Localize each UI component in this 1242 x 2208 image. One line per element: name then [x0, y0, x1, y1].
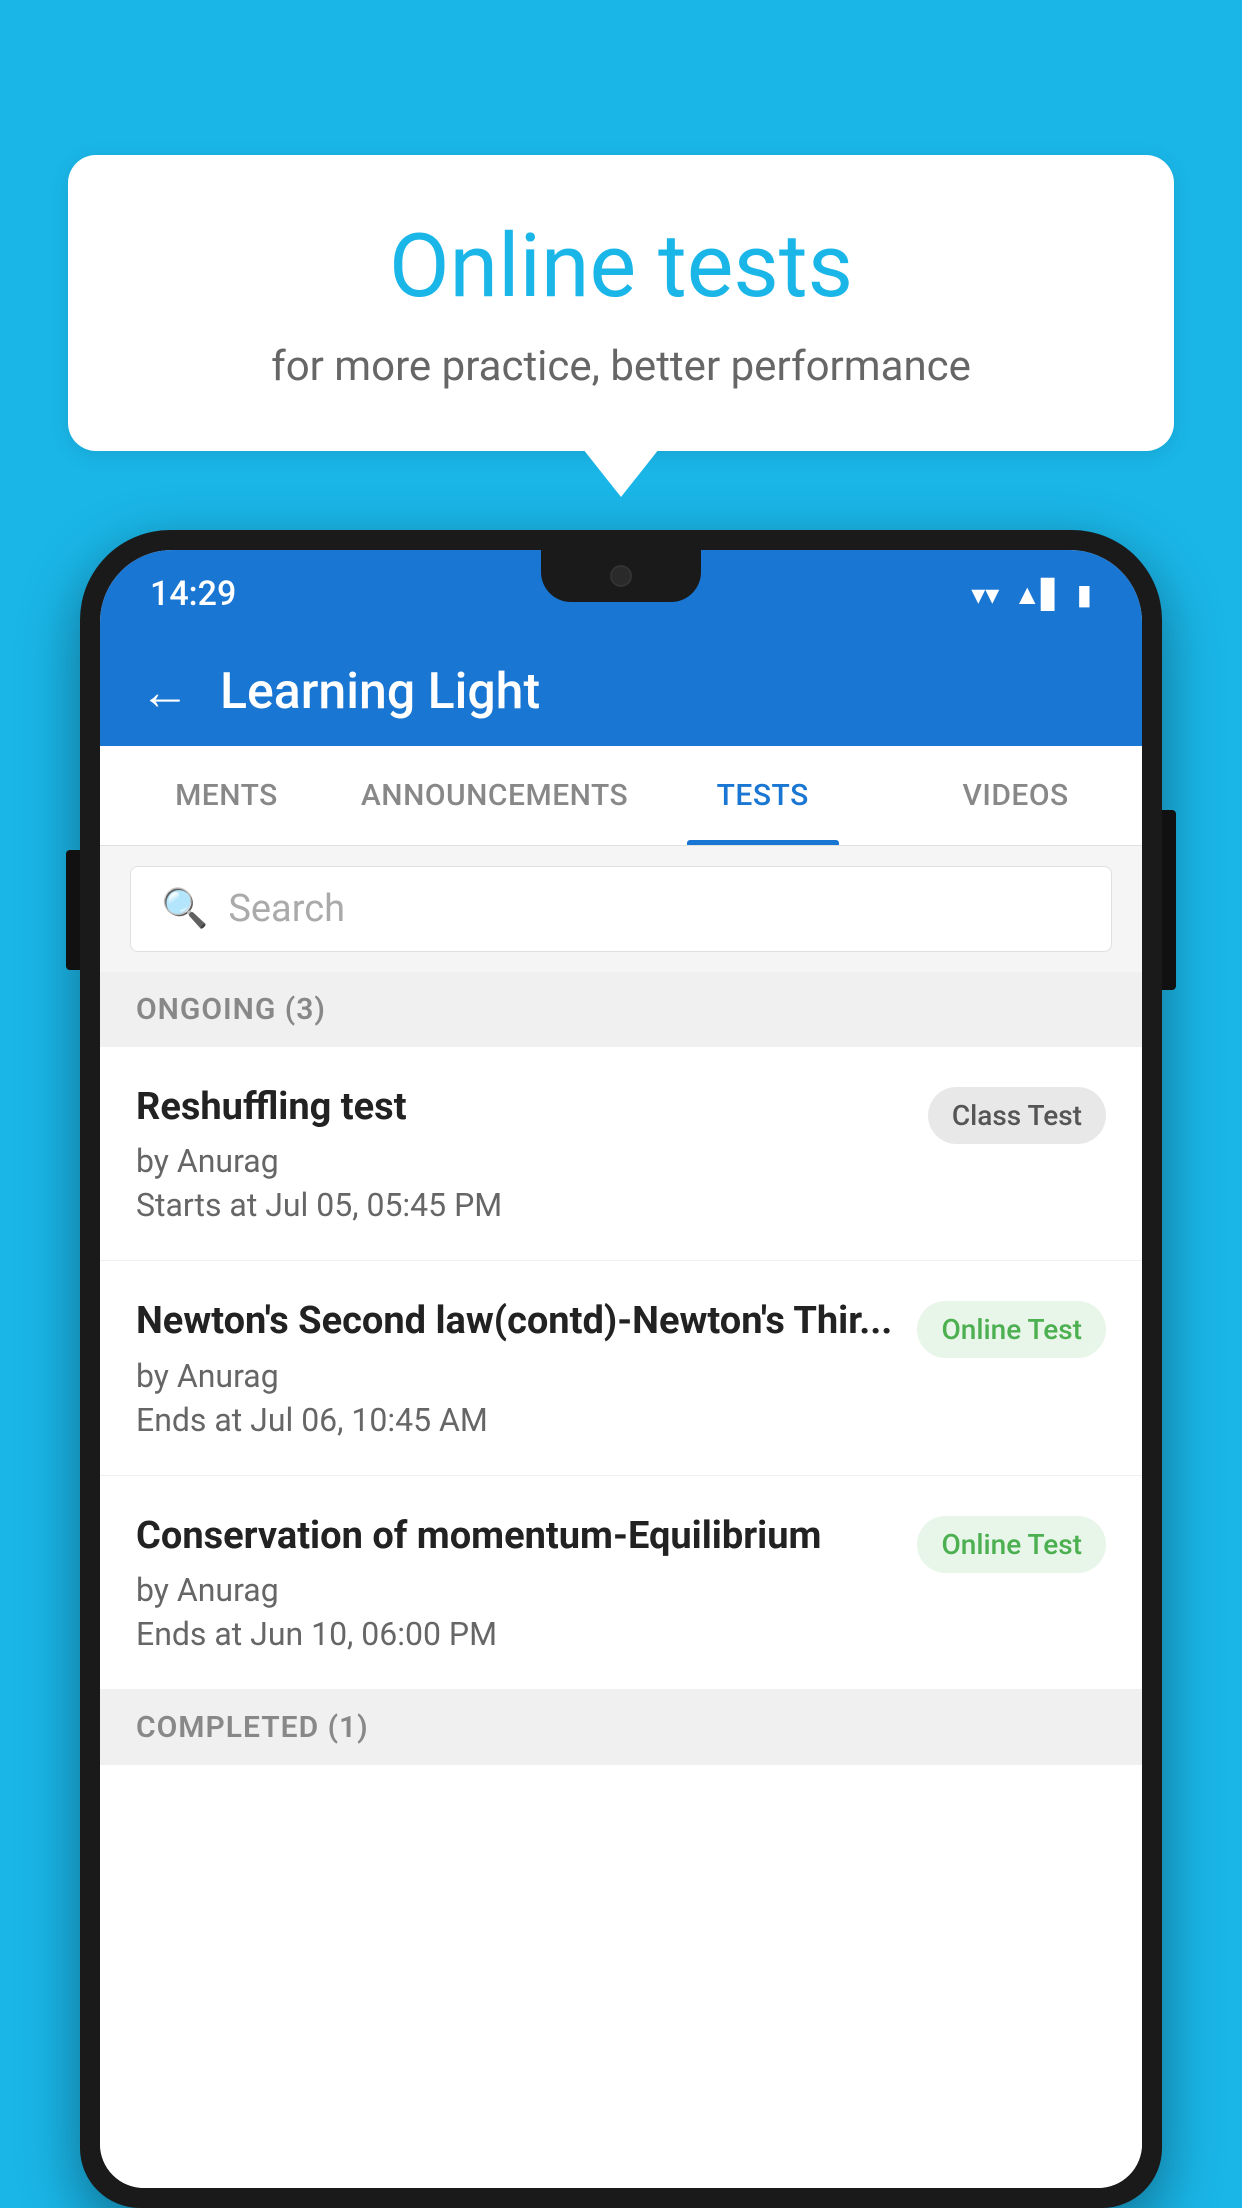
back-button[interactable]: ←: [140, 663, 190, 722]
phone-frame: 14:29 ▾▾ ▲▋ ▮ ← Learning Light MENTS ANN…: [80, 530, 1162, 2208]
speech-bubble-arrow: [583, 449, 659, 497]
search-bar[interactable]: 🔍 Search: [130, 866, 1112, 952]
bubble-title: Online tests: [148, 215, 1094, 318]
test-item-title: Conservation of momentum-Equilibrium: [136, 1512, 897, 1561]
app-title: Learning Light: [220, 663, 540, 721]
test-item-content: Conservation of momentum-Equilibrium by …: [136, 1512, 917, 1653]
test-item-by: by Anurag: [136, 1357, 897, 1395]
speech-bubble: Online tests for more practice, better p…: [68, 155, 1174, 451]
bubble-subtitle: for more practice, better performance: [148, 342, 1094, 391]
completed-section-header: COMPLETED (1): [100, 1690, 1142, 1765]
signal-icon: ▲▋: [1013, 578, 1062, 611]
tab-ments[interactable]: MENTS: [100, 746, 353, 845]
test-item-title: Newton's Second law(contd)-Newton's Thir…: [136, 1297, 897, 1346]
app-header: ← Learning Light: [100, 638, 1142, 746]
test-item[interactable]: Reshuffling test by Anurag Starts at Jul…: [100, 1047, 1142, 1261]
phone-notch: [541, 550, 701, 602]
phone-power-button: [1162, 810, 1176, 990]
test-item-content: Newton's Second law(contd)-Newton's Thir…: [136, 1297, 917, 1438]
test-item-content: Reshuffling test by Anurag Starts at Jul…: [136, 1083, 928, 1224]
test-item-time: Ends at Jul 06, 10:45 AM: [136, 1401, 897, 1439]
front-camera: [610, 565, 632, 587]
search-icon: 🔍: [161, 887, 208, 931]
tabs-bar: MENTS ANNOUNCEMENTS TESTS VIDEOS: [100, 746, 1142, 846]
test-badge-online-2: Online Test: [917, 1516, 1106, 1573]
tab-tests[interactable]: TESTS: [636, 746, 889, 845]
ongoing-section-header: ONGOING (3): [100, 972, 1142, 1047]
status-icons: ▾▾ ▲▋ ▮: [971, 578, 1092, 611]
search-input[interactable]: Search: [228, 887, 345, 931]
test-item-title: Reshuffling test: [136, 1083, 908, 1132]
tab-videos[interactable]: VIDEOS: [889, 746, 1142, 845]
phone-volume-button: [66, 850, 80, 970]
test-item-by: by Anurag: [136, 1571, 897, 1609]
status-time: 14:29: [150, 574, 236, 614]
speech-bubble-wrapper: Online tests for more practice, better p…: [68, 155, 1174, 497]
test-item-time: Starts at Jul 05, 05:45 PM: [136, 1186, 908, 1224]
test-badge-online: Online Test: [917, 1301, 1106, 1358]
test-badge-class: Class Test: [928, 1087, 1106, 1144]
status-bar: 14:29 ▾▾ ▲▋ ▮: [100, 550, 1142, 638]
test-item[interactable]: Conservation of momentum-Equilibrium by …: [100, 1476, 1142, 1690]
test-item[interactable]: Newton's Second law(contd)-Newton's Thir…: [100, 1261, 1142, 1475]
phone-screen: 14:29 ▾▾ ▲▋ ▮ ← Learning Light MENTS ANN…: [100, 550, 1142, 2188]
test-item-by: by Anurag: [136, 1142, 908, 1180]
test-item-time: Ends at Jun 10, 06:00 PM: [136, 1615, 897, 1653]
search-container: 🔍 Search: [100, 846, 1142, 972]
battery-icon: ▮: [1077, 578, 1092, 611]
tab-announcements[interactable]: ANNOUNCEMENTS: [353, 746, 636, 845]
wifi-icon: ▾▾: [971, 578, 999, 611]
test-items-list: Reshuffling test by Anurag Starts at Jul…: [100, 1047, 1142, 2188]
